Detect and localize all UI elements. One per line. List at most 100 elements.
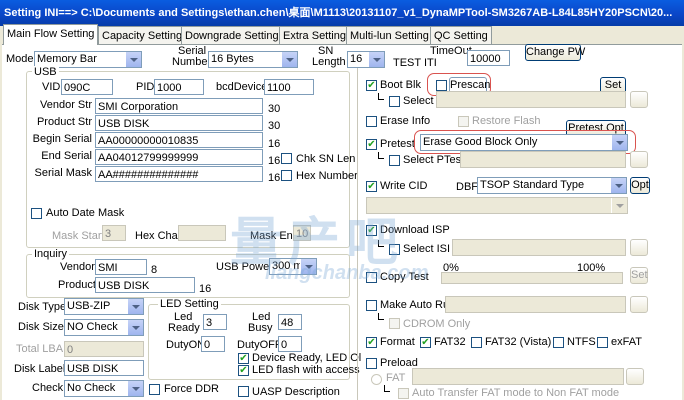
select-ptest-path[interactable]: [460, 151, 626, 168]
restore-flash-label: Restore Flash: [472, 115, 541, 127]
format-checkbox[interactable]: ✔: [366, 337, 377, 348]
uasp-checkbox[interactable]: [238, 386, 249, 397]
led-busy-input[interactable]: 48: [278, 314, 302, 330]
select-isi-browse-button[interactable]: [630, 239, 648, 256]
pid-label: PID: [136, 81, 155, 93]
hex-number-checkbox[interactable]: [281, 170, 292, 181]
tab-extra-setting[interactable]: Extra Setting: [279, 26, 350, 45]
select-isi-label: Select ISI: [403, 243, 451, 255]
tab-capacity-setting[interactable]: Capacity Setting: [98, 26, 187, 45]
chevron-down-icon: [610, 178, 626, 193]
select-ptest-checkbox[interactable]: [389, 155, 400, 166]
disk-size-label: Disk Size: [18, 321, 64, 333]
begin-serial-input[interactable]: AA00000000010835: [95, 132, 263, 148]
copy-test-checkbox[interactable]: [366, 272, 377, 283]
select-ptest-browse-button[interactable]: [630, 151, 648, 168]
exfat-checkbox[interactable]: [597, 337, 608, 348]
duty-on-input[interactable]: 0: [201, 336, 225, 352]
disk-size-select[interactable]: NO Check: [64, 319, 144, 336]
ntfs-checkbox[interactable]: [553, 337, 564, 348]
led-ready-input[interactable]: 3: [203, 314, 227, 330]
select-ptest-label: Select PTest: [403, 154, 465, 166]
led-ready-label-2: Ready: [168, 322, 200, 334]
pid-input[interactable]: 1000: [154, 79, 204, 95]
disk-label-input[interactable]: USB DISK: [64, 360, 144, 376]
duty-on-label: DutyON: [166, 339, 206, 351]
chevron-down-icon: [611, 198, 627, 213]
tree-connector: [378, 313, 384, 320]
make-auto-run-checkbox[interactable]: [366, 300, 377, 311]
pretest-select[interactable]: Erase Good Block Only: [420, 134, 628, 151]
inquiry-vendor-label: Vendor: [60, 261, 95, 273]
erase-info-checkbox[interactable]: [366, 116, 377, 127]
copy-test-slider[interactable]: [441, 272, 623, 284]
tab-qc-setting[interactable]: QC Setting: [430, 26, 492, 45]
ntfs-label: NTFS: [567, 336, 596, 348]
usb-power-select[interactable]: 300 mA: [269, 258, 317, 275]
chk-sn-len-checkbox[interactable]: [281, 153, 292, 164]
vendor-str-input[interactable]: SMI Corporation: [95, 98, 263, 114]
auto-date-mask-checkbox[interactable]: [31, 208, 42, 219]
tab-downgrade-setting[interactable]: Downgrade Setting: [181, 26, 283, 45]
restore-flash-checkbox[interactable]: [458, 116, 469, 127]
mask-start-label: Mask Start: [52, 230, 105, 242]
serial-mask-length: 16: [268, 172, 281, 184]
auto-run-path[interactable]: [445, 296, 626, 313]
auto-transfer-checkbox[interactable]: [398, 388, 409, 399]
fat-label: FAT: [386, 372, 406, 384]
vid-input[interactable]: 090C: [61, 79, 113, 95]
select-isi-checkbox[interactable]: [389, 244, 400, 255]
force-ddr-checkbox[interactable]: [149, 384, 160, 395]
end-serial-label: End Serial: [41, 150, 92, 162]
serial-mask-input[interactable]: AA##############: [95, 166, 263, 182]
inquiry-product-label: Product: [58, 279, 96, 291]
inquiry-vendor-input[interactable]: SMI: [95, 259, 147, 275]
duty-off-input[interactable]: 0: [278, 336, 302, 352]
hex-char-input[interactable]: [178, 225, 226, 241]
device-ready-checkbox[interactable]: ✔: [238, 353, 249, 364]
check-label: Check: [32, 382, 64, 394]
preload-checkbox[interactable]: [366, 358, 377, 369]
boot-blk-checkbox[interactable]: ✔: [366, 80, 377, 91]
sn-length-select[interactable]: 16: [347, 51, 385, 68]
prescan-checkbox[interactable]: [436, 80, 447, 91]
inquiry-product-input[interactable]: USB DISK: [95, 277, 195, 293]
write-cid-checkbox[interactable]: ✔: [366, 181, 377, 192]
device-ready-label: Device Ready, LED Ol: [252, 352, 362, 364]
serial-mask-label: Serial Mask: [34, 167, 92, 179]
disk-type-select[interactable]: USB-ZIP: [64, 298, 144, 315]
dbf-select[interactable]: TSOP Standard Type: [477, 177, 627, 194]
tab-main-flow-setting[interactable]: Main Flow Setting: [3, 24, 99, 45]
select-boot-browse-button[interactable]: [630, 91, 648, 108]
chevron-down-icon: [127, 299, 143, 314]
copy-test-set-button[interactable]: Set: [630, 267, 648, 284]
end-serial-input[interactable]: AA04012799999999: [95, 149, 263, 165]
change-pw-button[interactable]: Change PW: [525, 44, 585, 61]
title-bar: Setting INI==> C:\Documents and Settings…: [0, 0, 684, 26]
cid-file-select[interactable]: [366, 197, 628, 214]
mask-start-input[interactable]: 3: [102, 225, 126, 241]
fat32-vista-checkbox[interactable]: [471, 337, 482, 348]
check-select[interactable]: No Check: [64, 380, 144, 397]
preload-browse-button[interactable]: [626, 368, 644, 385]
fat-radio[interactable]: [371, 374, 382, 385]
cdrom-only-checkbox[interactable]: [389, 318, 400, 329]
timeout-input[interactable]: 10000: [467, 50, 510, 66]
auto-run-browse-button[interactable]: [630, 296, 648, 313]
dbf-opt-button[interactable]: Opt: [630, 177, 650, 194]
product-str-input[interactable]: USB DISK: [95, 115, 263, 131]
mask-end-input[interactable]: 10: [293, 225, 311, 241]
total-lba-input[interactable]: 0: [64, 341, 144, 357]
tab-multi-lun-setting[interactable]: Multi-lun Setting: [346, 26, 433, 45]
select-boot-path[interactable]: [436, 91, 626, 108]
duty-off-label: DutyOFF: [237, 339, 282, 351]
preload-path[interactable]: [412, 368, 624, 385]
select-boot-checkbox[interactable]: [389, 96, 400, 107]
fat32-checkbox[interactable]: ✔: [420, 337, 431, 348]
led-flash-checkbox[interactable]: ✔: [238, 365, 249, 376]
pretest-checkbox[interactable]: ✔: [366, 139, 377, 150]
bcd-device-input[interactable]: 1100: [264, 79, 314, 95]
serial-number-select[interactable]: 16 Bytes: [208, 51, 298, 68]
select-isi-path[interactable]: [452, 239, 626, 256]
download-isp-checkbox[interactable]: ✔: [366, 225, 377, 236]
